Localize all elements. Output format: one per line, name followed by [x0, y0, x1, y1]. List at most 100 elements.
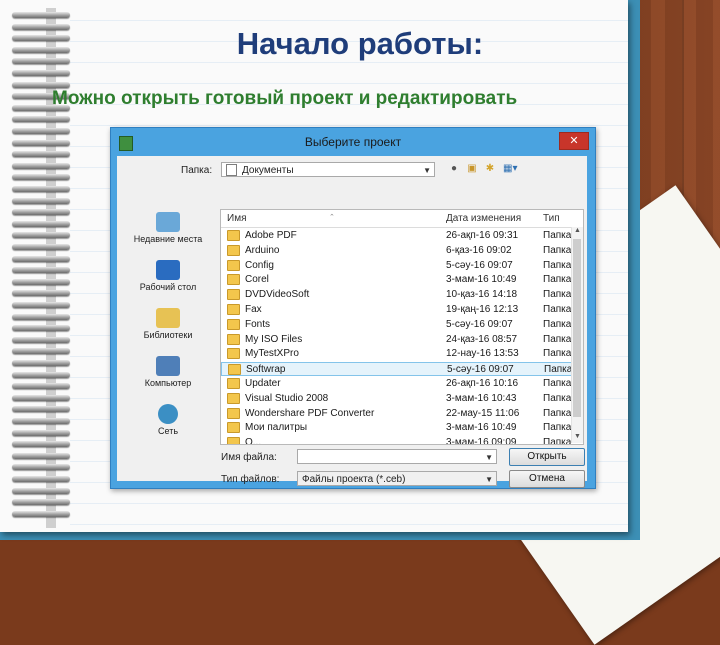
spiral-ring	[12, 371, 70, 378]
spiral-ring	[12, 360, 70, 366]
vertical-scrollbar[interactable]: ▲ ▼	[571, 227, 583, 443]
folder-icon	[227, 437, 240, 444]
file-date: 3-мам-16 10:43	[446, 392, 517, 404]
spiral-ring	[12, 313, 70, 320]
new-folder-icon[interactable]: ✱	[483, 163, 497, 175]
scroll-thumb[interactable]	[573, 239, 581, 417]
file-date: 19-қаң-16 12:13	[446, 304, 519, 315]
file-row[interactable]: Config 5-сәу-16 09:07 Папка	[221, 259, 573, 273]
file-list[interactable]: Имя ⌃ Дата изменения Тип Adobe PDF 26-ақп…	[220, 209, 584, 445]
file-row[interactable]: Corel 3-мам-16 10:49 Папка	[221, 273, 573, 287]
scroll-down-icon[interactable]: ▼	[572, 433, 583, 443]
file-date: 3-мам-16 09:09	[446, 437, 517, 445]
file-row[interactable]: Softwrap 5-сәу-16 09:07 Папка	[221, 362, 573, 377]
filetype-select[interactable]: Файлы проекта (*.ceb) ▼	[297, 471, 497, 486]
spiral-ring	[12, 162, 70, 169]
file-name: MyTestXPro	[227, 348, 299, 360]
folder-icon	[227, 259, 240, 271]
column-name[interactable]: Имя	[227, 213, 246, 224]
spiral-ring	[12, 12, 70, 18]
file-date: 26-ақп-16 09:31	[446, 230, 519, 241]
view-menu-icon[interactable]: ▦▾	[503, 163, 517, 175]
folder-label: Папка:	[181, 165, 213, 176]
place-recent[interactable]: Недавние места	[121, 212, 215, 258]
file-row[interactable]: Arduino 6-қаз-16 09:02 Папка	[221, 244, 573, 258]
spiral-ring	[12, 290, 70, 297]
file-name-text: Updater	[245, 378, 281, 390]
file-type: Папка	[543, 378, 572, 389]
folder-icon	[227, 422, 240, 434]
folder-icon	[227, 289, 240, 301]
file-date: 10-қаз-16 14:18	[446, 289, 518, 301]
cancel-button[interactable]: Отмена	[509, 470, 585, 488]
file-type: Папка	[543, 274, 572, 286]
file-list-header: Имя ⌃ Дата изменения Тип	[221, 210, 583, 228]
folder-select[interactable]: Документы ▼	[221, 162, 435, 177]
file-row[interactable]: Мои палитры 3-мам-16 10:49 Папка	[221, 421, 573, 435]
place-label: Рабочий стол	[139, 282, 197, 292]
filetype-value: Файлы проекта (*.ceb)	[302, 474, 406, 485]
file-name-text: Arduino	[245, 244, 280, 256]
file-name: My ISO Files	[227, 333, 303, 345]
file-name-text: Adobe PDF	[245, 230, 297, 242]
folder-icon	[227, 244, 240, 256]
spiral-ring	[12, 81, 70, 88]
file-type: Папка	[543, 244, 572, 256]
file-row[interactable]: DVDVideoSoft 10-қаз-16 14:18 Папка	[221, 288, 573, 302]
spiral-ring	[12, 441, 70, 448]
file-type: Папка	[543, 422, 572, 434]
spiral-ring	[12, 197, 70, 204]
dialog-titlebar[interactable]: Выберите проект ✕	[111, 128, 595, 156]
place-network[interactable]: Сеть	[121, 404, 215, 450]
file-type: Папка	[543, 230, 572, 241]
file-type: Папка	[543, 348, 572, 360]
file-name: Fax	[227, 304, 262, 315]
spiral-ring	[12, 418, 70, 424]
file-name-text: My ISO Files	[245, 333, 303, 345]
file-row[interactable]: My ISO Files 24-қаз-16 08:57 Папка	[221, 333, 573, 347]
place-libraries[interactable]: Библиотеки	[121, 308, 215, 354]
place-computer[interactable]: Компьютер	[121, 356, 215, 402]
file-type: Папка	[543, 289, 572, 301]
file-row[interactable]: Adobe PDF 26-ақп-16 09:31 Папка	[221, 229, 573, 243]
spiral-ring	[12, 510, 70, 517]
file-name-text: О...	[245, 437, 262, 445]
file-row[interactable]: Wondershare PDF Converter 22-мау-15 11:06…	[221, 407, 573, 421]
file-row[interactable]: Fonts 5-сәу-16 09:07 Папка	[221, 318, 573, 332]
filename-input[interactable]: ▼	[297, 449, 497, 464]
spiral-ring	[12, 394, 70, 401]
folder-icon	[227, 392, 240, 404]
spiral-ring	[12, 499, 70, 506]
file-name-text: Мои палитры	[245, 422, 308, 434]
column-type[interactable]: Тип	[543, 213, 560, 224]
open-button[interactable]: Открыть	[509, 448, 585, 466]
file-row[interactable]: О... 3-мам-16 09:09 Папка	[221, 436, 573, 445]
file-name: Arduino	[227, 244, 280, 256]
folder-icon	[227, 230, 240, 241]
file-name: DVDVideoSoft	[227, 289, 309, 300]
file-date: 6-қаз-16 09:02	[446, 244, 512, 256]
sort-arrow-icon: ⌃	[329, 214, 335, 221]
file-type: Папка	[543, 318, 572, 330]
spiral-ring	[12, 487, 70, 494]
folder-select-value: Документы	[242, 165, 294, 176]
file-date: 12-нау-16 13:53	[446, 348, 519, 360]
scroll-up-icon[interactable]: ▲	[572, 227, 583, 237]
back-icon[interactable]: ●	[447, 163, 461, 175]
place-desktop[interactable]: Рабочий стол	[121, 260, 215, 306]
spiral-ring	[12, 348, 70, 355]
chevron-down-icon: ▼	[423, 166, 431, 175]
file-name: Мои палитры	[227, 422, 308, 434]
file-row[interactable]: MyTestXPro 12-нау-16 13:53 Папка	[221, 347, 573, 361]
file-row[interactable]: Visual Studio 2008 3-мам-16 10:43 Папка	[221, 392, 573, 406]
close-button[interactable]: ✕	[559, 132, 589, 150]
spiral-ring	[12, 267, 70, 274]
file-row[interactable]: Updater 26-ақп-16 10:16 Папка	[221, 377, 573, 391]
folder-icon	[227, 348, 240, 360]
column-date[interactable]: Дата изменения	[446, 213, 521, 224]
up-folder-icon[interactable]: ▣	[465, 163, 479, 175]
dialog-body: Папка: Документы ▼ ● ▣ ✱ ▦▾ Недавние мес…	[117, 156, 587, 488]
file-row[interactable]: Fax 19-қаң-16 12:13 Папка	[221, 303, 573, 317]
file-type: Папка	[543, 333, 572, 345]
computer-icon	[156, 356, 180, 376]
